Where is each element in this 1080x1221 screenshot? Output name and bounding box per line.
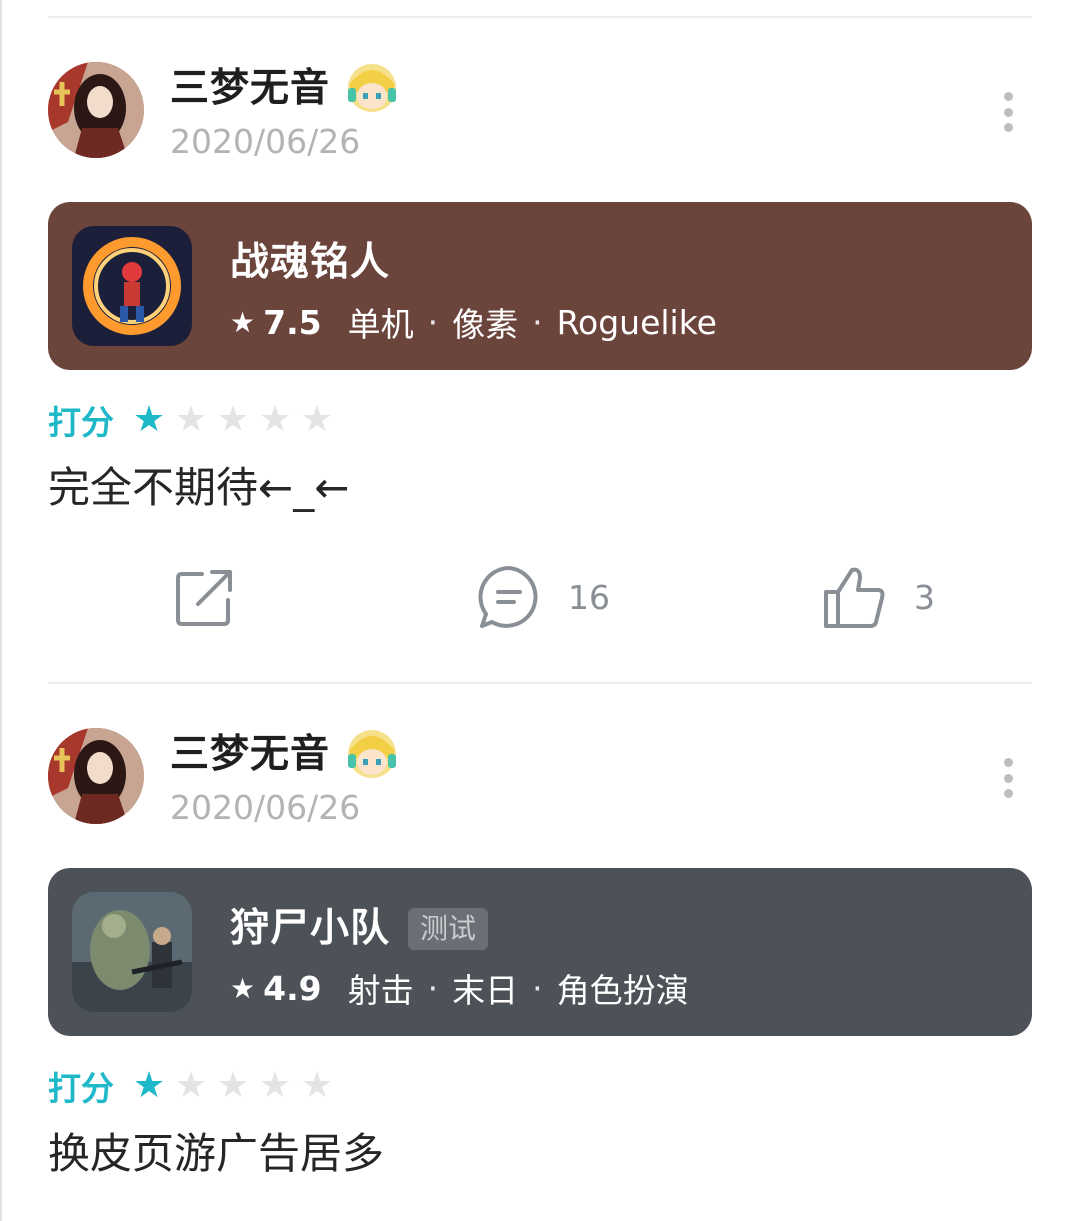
rating-star-icon: ★: [230, 305, 256, 339]
review-text[interactable]: 完全不期待←_←: [48, 460, 349, 516]
game-rating: 7.5: [263, 302, 322, 342]
comment-icon: [478, 566, 538, 628]
game-icon: [72, 226, 192, 346]
test-tag: 测试: [408, 908, 489, 950]
game-tag: 像素: [452, 305, 519, 344]
game-tag: 单机: [347, 305, 414, 344]
game-card[interactable]: 战魂铭人 ★ 7.5 单机 · 像素 · Roguelike: [48, 202, 1032, 370]
star-empty-icon: ★: [300, 1065, 334, 1106]
share-icon: [176, 570, 232, 626]
review-date: 2020/06/26: [170, 788, 361, 827]
more-options-icon[interactable]: [998, 758, 1018, 798]
star-empty-icon: ★: [174, 1065, 208, 1106]
rating-row: 打分 ★ ★ ★ ★ ★: [48, 398, 338, 442]
like-button[interactable]: 3: [822, 564, 935, 630]
star-empty-icon: ★: [216, 399, 250, 440]
separator-dot: ·: [532, 302, 543, 342]
game-rating: 4.9: [263, 968, 322, 1008]
username[interactable]: 三梦无音: [170, 730, 330, 780]
avatar[interactable]: [48, 62, 144, 158]
game-card[interactable]: 狩尸小队 测试 ★ 4.9 射击 · 末日 · 角色扮演: [48, 868, 1032, 1036]
separator-dot: ·: [427, 968, 439, 1008]
pixel-character-badge-icon: [346, 728, 398, 780]
star-filled-icon: ★: [132, 399, 166, 440]
share-button[interactable]: [172, 564, 238, 630]
rating-label: 打分: [48, 403, 114, 442]
star-empty-icon: ★: [300, 399, 334, 440]
game-tag: Roguelike: [556, 302, 717, 342]
game-name[interactable]: 狩尸小队: [230, 904, 390, 954]
star-empty-icon: ★: [174, 399, 208, 440]
game-tag: 角色扮演: [556, 971, 689, 1010]
separator-dot: ·: [532, 968, 543, 1008]
star-empty-icon: ★: [216, 1065, 250, 1106]
star-empty-icon: ★: [258, 399, 292, 440]
rating-label: 打分: [48, 1069, 114, 1108]
game-meta: ★ 7.5 单机 · 像素 · Roguelike: [230, 300, 717, 345]
game-name[interactable]: 战魂铭人: [230, 238, 390, 288]
comment-button[interactable]: 16: [476, 564, 610, 630]
pixel-character-badge-icon: [346, 62, 398, 114]
game-icon: [72, 892, 192, 1012]
review-date: 2020/06/26: [170, 122, 361, 161]
like-count: 3: [914, 577, 935, 617]
left-edge-line: [0, 0, 2, 1221]
top-divider: [48, 16, 1032, 18]
game-meta: ★ 4.9 射击 · 末日 · 角色扮演: [230, 966, 689, 1011]
rating-row: 打分 ★ ★ ★ ★ ★: [48, 1064, 338, 1108]
thumbs-up-icon: [824, 567, 885, 628]
star-empty-icon: ★: [258, 1065, 292, 1106]
star-filled-icon: ★: [132, 1065, 166, 1106]
game-tag: 末日: [452, 971, 519, 1010]
review-divider: [48, 682, 1032, 684]
username[interactable]: 三梦无音: [170, 64, 330, 114]
rating-star-icon: ★: [230, 971, 256, 1005]
avatar[interactable]: [48, 728, 144, 824]
comment-count: 16: [568, 577, 610, 617]
game-tag: 射击: [347, 971, 414, 1010]
separator-dot: ·: [427, 302, 439, 342]
review-text[interactable]: 换皮页游广告居多: [48, 1126, 384, 1182]
more-options-icon[interactable]: [998, 92, 1018, 132]
